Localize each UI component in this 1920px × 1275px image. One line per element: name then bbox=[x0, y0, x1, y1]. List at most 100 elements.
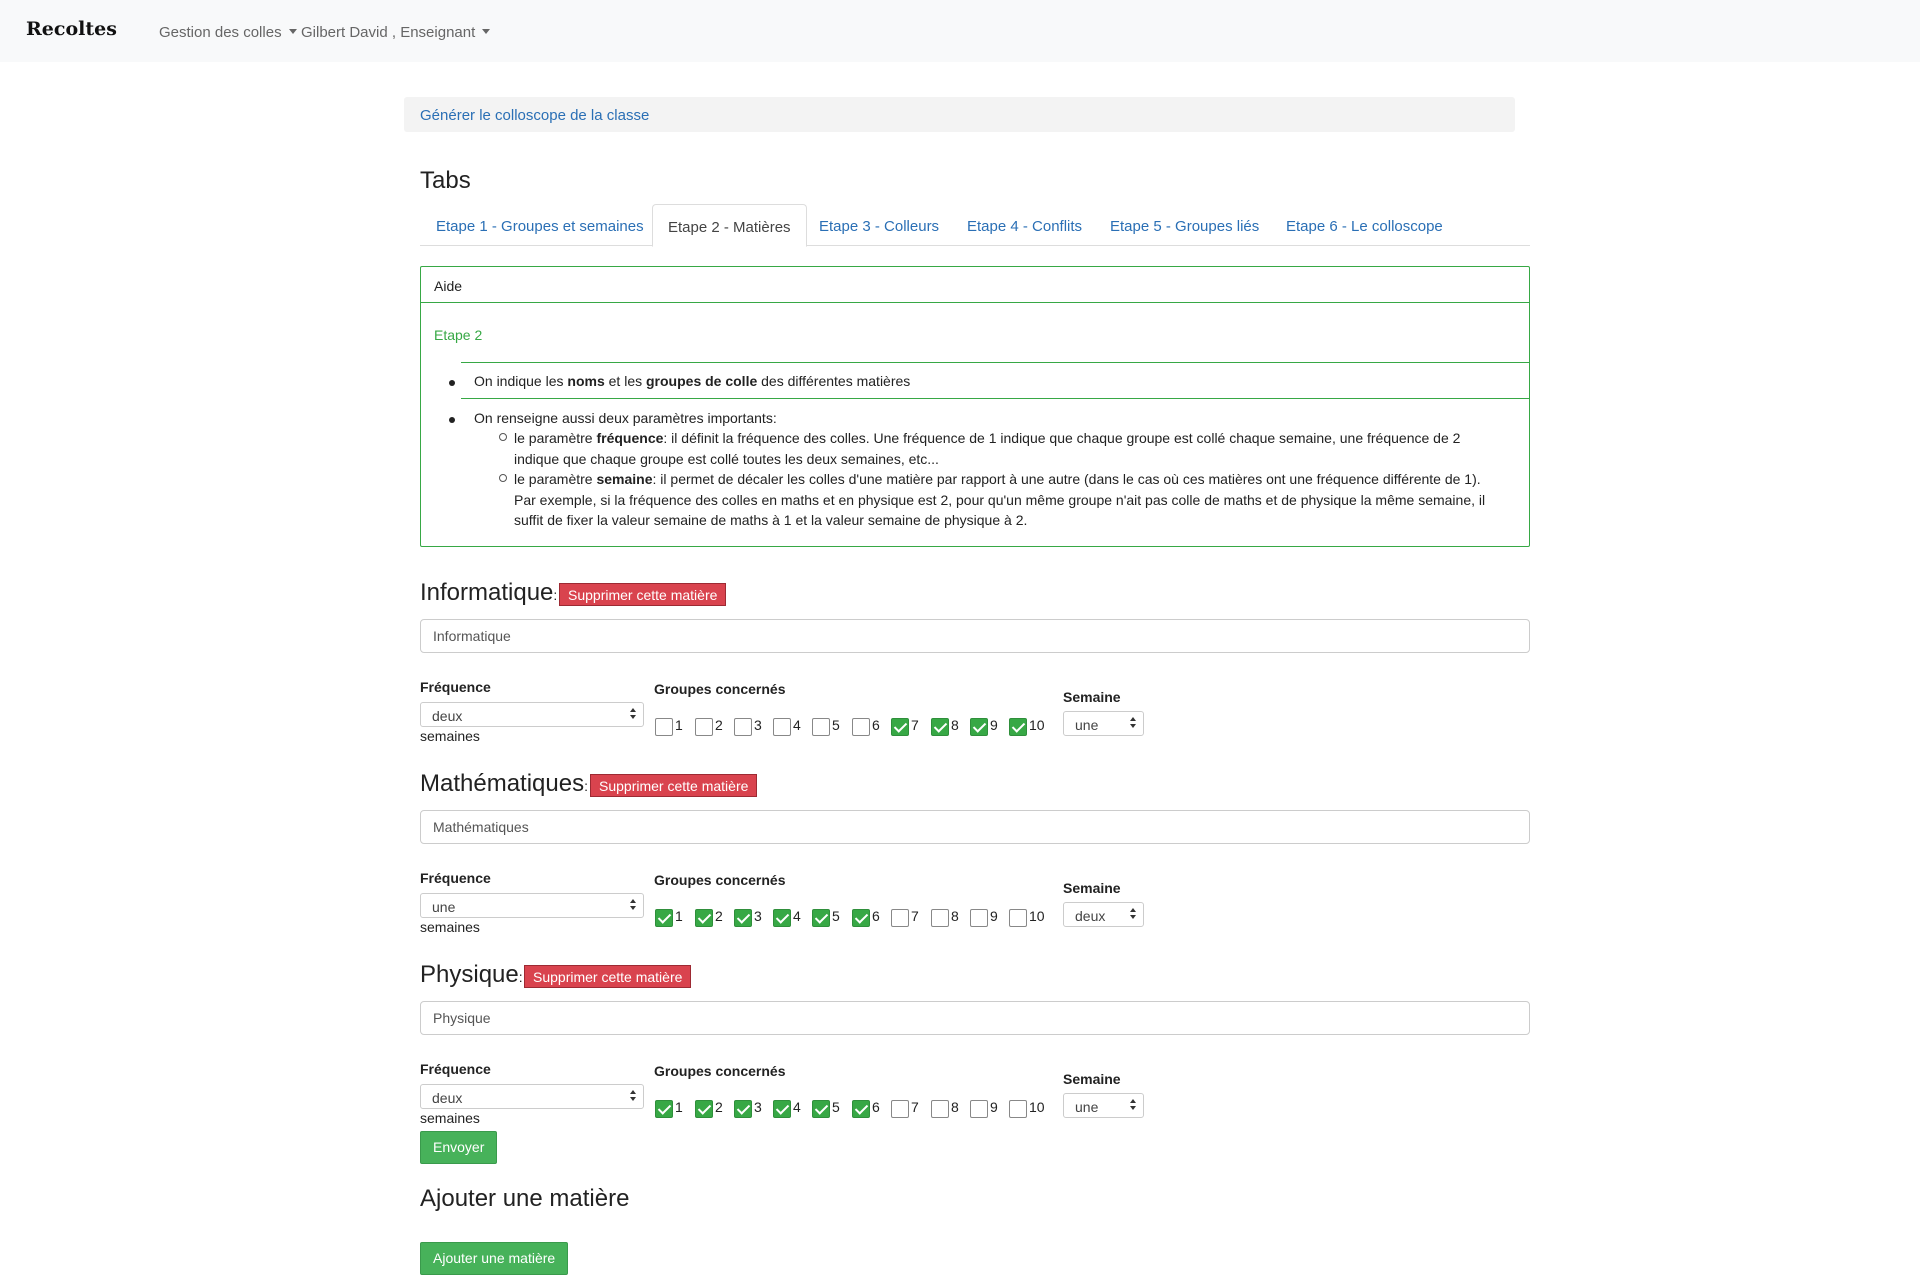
semaine-select[interactable]: deux bbox=[1063, 902, 1144, 927]
group-number: 9 bbox=[990, 717, 998, 733]
subject-name-input[interactable]: Physique bbox=[420, 1001, 1530, 1035]
tab-etape-1[interactable]: Etape 1 - Groupes et semaines bbox=[436, 204, 644, 246]
group-number: 3 bbox=[754, 908, 762, 924]
frequence-suffix: semaines bbox=[420, 728, 480, 744]
group-checkbox[interactable] bbox=[812, 909, 830, 927]
help-text: : il définit la fréquence des colles. Un… bbox=[663, 430, 1461, 446]
group-checkbox[interactable] bbox=[891, 909, 909, 927]
generate-colloscope-link[interactable]: Générer le colloscope de la classe bbox=[420, 107, 649, 124]
subject-title-text: Mathématiques bbox=[420, 770, 585, 797]
group-checkbox[interactable] bbox=[970, 909, 988, 927]
groupes-label: Groupes concernés bbox=[654, 872, 786, 888]
group-checkbox[interactable] bbox=[970, 718, 988, 736]
help-text-bold: noms bbox=[567, 373, 605, 389]
select-arrows-icon bbox=[630, 1090, 637, 1103]
group-checkbox[interactable] bbox=[695, 909, 713, 927]
bullet-icon bbox=[449, 380, 455, 386]
group-checkbox[interactable] bbox=[734, 909, 752, 927]
group-checkbox[interactable] bbox=[1009, 909, 1027, 927]
caret-down-icon bbox=[288, 29, 297, 34]
subject-title-text: Physique bbox=[420, 961, 519, 988]
tab-etape-5[interactable]: Etape 5 - Groupes liés bbox=[1110, 204, 1259, 246]
subject-name-input[interactable]: Informatique bbox=[420, 619, 1530, 653]
subject-title-colon: : bbox=[553, 587, 558, 603]
frequence-select[interactable]: deux bbox=[420, 1084, 644, 1109]
menu-gestion-colles[interactable]: Gestion des colles bbox=[159, 24, 297, 41]
frequence-value: deux bbox=[432, 1090, 463, 1106]
group-checkbox[interactable] bbox=[812, 1100, 830, 1118]
group-checkbox[interactable] bbox=[852, 909, 870, 927]
select-arrows-icon bbox=[630, 899, 637, 912]
select-arrows-icon bbox=[1130, 1099, 1137, 1112]
group-number: 7 bbox=[911, 908, 919, 924]
group-checkbox[interactable] bbox=[773, 909, 791, 927]
help-sub-bullet-2-cont: suffit de fixer la valeur semaine de mat… bbox=[514, 512, 1028, 528]
tab-etape-6[interactable]: Etape 6 - Le colloscope bbox=[1286, 204, 1443, 246]
delete-subject-button[interactable]: Supprimer cette matière bbox=[524, 965, 692, 988]
submit-button[interactable]: Envoyer bbox=[420, 1131, 498, 1164]
menu-user[interactable]: Gilbert David , Enseignant bbox=[301, 24, 491, 41]
help-subtitle: Etape 2 bbox=[434, 327, 483, 343]
group-checkbox[interactable] bbox=[1009, 1100, 1027, 1118]
group-number: 3 bbox=[754, 717, 762, 733]
frequence-select[interactable]: deux bbox=[420, 702, 644, 727]
help-text: le paramètre bbox=[514, 430, 597, 446]
subject-name-input[interactable]: Mathématiques bbox=[420, 810, 1530, 844]
group-number: 10 bbox=[1029, 1099, 1045, 1115]
group-number: 5 bbox=[832, 908, 840, 924]
group-checkbox[interactable] bbox=[931, 718, 949, 736]
group-checkbox[interactable] bbox=[655, 909, 673, 927]
group-checkbox[interactable] bbox=[931, 909, 949, 927]
group-checkbox[interactable] bbox=[891, 1100, 909, 1118]
semaine-select[interactable]: une bbox=[1063, 1093, 1144, 1118]
delete-subject-button[interactable]: Supprimer cette matière bbox=[559, 583, 727, 606]
group-checkbox[interactable] bbox=[970, 1100, 988, 1118]
subject-title: Physique: bbox=[420, 961, 523, 989]
help-text: : il permet de décaler les colles d'une … bbox=[652, 471, 1481, 487]
select-arrows-icon bbox=[630, 708, 637, 721]
group-checkbox[interactable] bbox=[695, 718, 713, 736]
group-checkbox[interactable] bbox=[852, 718, 870, 736]
subject-title-colon: : bbox=[584, 778, 588, 794]
group-checkbox[interactable] bbox=[734, 1100, 752, 1118]
semaine-select[interactable]: une bbox=[1063, 711, 1144, 736]
help-sub-bullet-2-cont: Par exemple, si la fréquence des colles … bbox=[514, 492, 1486, 508]
tab-etape-2[interactable]: Etape 2 - Matières bbox=[652, 204, 807, 247]
group-number: 8 bbox=[951, 1099, 959, 1115]
semaine-value: une bbox=[1075, 717, 1099, 733]
menu-user-label: Gilbert David , Enseignant bbox=[301, 24, 476, 41]
groupes-label: Groupes concernés bbox=[654, 681, 786, 697]
add-subject-button[interactable]: Ajouter une matière bbox=[420, 1242, 569, 1275]
divider bbox=[461, 398, 1529, 399]
semaine-label: Semaine bbox=[1063, 689, 1121, 705]
group-checkbox[interactable] bbox=[812, 718, 830, 736]
group-number: 5 bbox=[832, 717, 840, 733]
brand-logo[interactable]: Recoltes bbox=[26, 18, 117, 40]
tab-etape-4[interactable]: Etape 4 - Conflits bbox=[967, 204, 1082, 246]
group-checkbox[interactable] bbox=[891, 718, 909, 736]
help-sub-bullet-1: le paramètre fréquence: il définit la fr… bbox=[514, 428, 1460, 448]
delete-subject-button[interactable]: Supprimer cette matière bbox=[590, 774, 758, 797]
frequence-label: Fréquence bbox=[420, 870, 491, 886]
group-checkbox[interactable] bbox=[655, 718, 673, 736]
group-checkbox[interactable] bbox=[773, 1100, 791, 1118]
help-sub-bullet-2: le paramètre semaine: il permet de décal… bbox=[514, 469, 1481, 489]
semaine-value: deux bbox=[1075, 908, 1106, 924]
group-checkbox[interactable] bbox=[931, 1100, 949, 1118]
group-number: 7 bbox=[911, 717, 919, 733]
frequence-select[interactable]: une bbox=[420, 893, 644, 918]
tab-etape-3[interactable]: Etape 3 - Colleurs bbox=[819, 204, 939, 246]
group-number: 6 bbox=[872, 717, 880, 733]
group-checkbox[interactable] bbox=[1009, 718, 1027, 736]
tabs-bar: Etape 1 - Groupes et semaines Etape 2 - … bbox=[420, 204, 1530, 247]
semaine-label: Semaine bbox=[1063, 880, 1121, 896]
group-checkbox[interactable] bbox=[852, 1100, 870, 1118]
group-checkbox[interactable] bbox=[773, 718, 791, 736]
group-number: 3 bbox=[754, 1099, 762, 1115]
group-number: 6 bbox=[872, 1099, 880, 1115]
group-checkbox[interactable] bbox=[734, 718, 752, 736]
group-checkbox[interactable] bbox=[695, 1100, 713, 1118]
group-number: 9 bbox=[990, 1099, 998, 1115]
group-checkbox[interactable] bbox=[655, 1100, 673, 1118]
help-card: Aide Etape 2 On indique les noms et les … bbox=[420, 266, 1530, 547]
